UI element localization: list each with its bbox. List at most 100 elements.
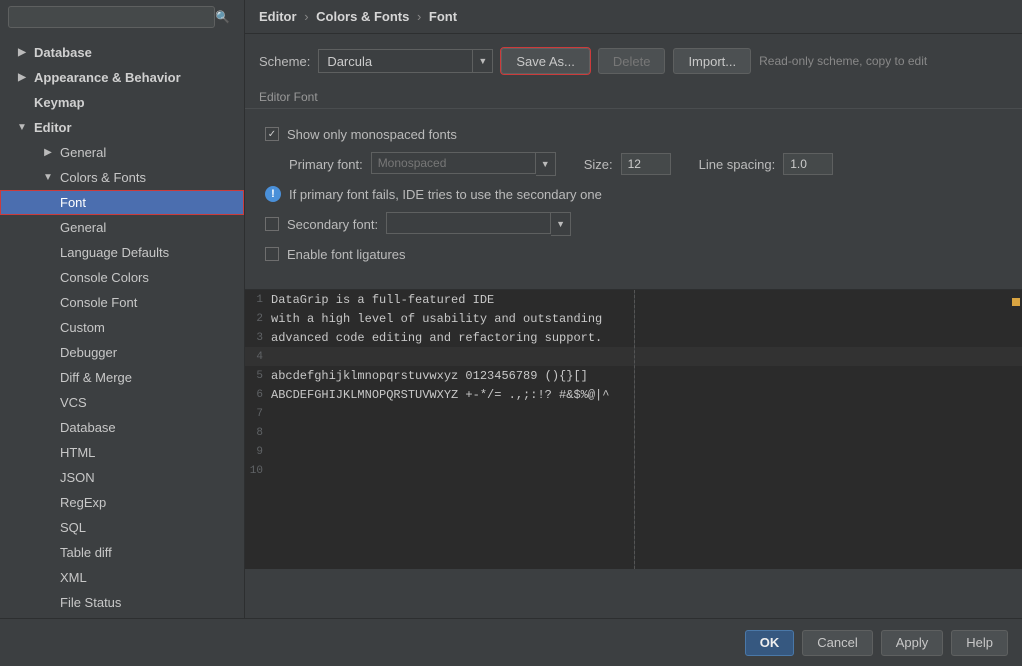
gutter-line: 5 [245,370,271,382]
marker-icon [1012,298,1020,306]
secondary-font-checkbox[interactable] [265,217,279,231]
line-spacing-input[interactable] [783,153,833,175]
nav-general2[interactable]: General [0,215,244,240]
chevron-right-icon: ▶ [14,47,30,58]
nav-label: HTML [60,445,95,460]
nav-database2[interactable]: Database [0,415,244,440]
code-line: DataGrip is a full-featured IDE [271,293,494,307]
gutter-line: 10 [245,465,271,477]
nav-label: Debugger [60,345,117,360]
chevron-down-icon[interactable]: ▼ [536,152,556,176]
code-line: ABCDEFGHIJKLMNOPQRSTUVWXYZ +-*/= .,;:!? … [271,388,609,402]
nav-label: Console Font [60,295,137,310]
nav-console-font[interactable]: Console Font [0,290,244,315]
apply-button[interactable]: Apply [881,630,944,656]
chevron-down-icon[interactable]: ▼ [473,49,493,73]
nav-label: Language Defaults [60,245,169,260]
save-as-button[interactable]: Save As... [501,48,590,74]
nav-label: Database [60,420,116,435]
nav-debugger[interactable]: Debugger [0,340,244,365]
settings-sidebar: 🔍 ▶ Database ▶Appearance & Behavior Keyma… [0,0,245,618]
scheme-label: Scheme: [259,54,310,69]
secondary-font-label: Secondary font: [287,217,378,232]
primary-font-label: Primary font: [289,157,363,172]
nav-database[interactable]: ▶ Database [0,40,244,65]
nav-label: SQL [60,520,86,535]
gutter-line: 1 [245,294,271,306]
gutter-line: 7 [245,408,271,420]
code-line: advanced code editing and refactoring su… [271,331,602,345]
cancel-button[interactable]: Cancel [802,630,872,656]
nav-colors-fonts[interactable]: ▼ Colors & Fonts [0,165,244,190]
line-spacing-label: Line spacing: [699,157,776,172]
nav-label: File Status [60,595,121,610]
chevron-down-icon: ▼ [40,172,56,183]
gutter-line: 6 [245,389,271,401]
nav-diff-merge[interactable]: Diff & Merge [0,365,244,390]
nav-table-diff[interactable]: Table diff [0,540,244,565]
editor-preview-left: 1DataGrip is a full-featured IDE 2with a… [245,290,634,569]
secondary-font-select[interactable] [386,212,551,234]
nav-font[interactable]: Font [0,190,244,215]
gutter-line: 2 [245,313,271,325]
gutter-line: 3 [245,332,271,344]
nav-language-defaults[interactable]: Language Defaults [0,240,244,265]
nav-label: General [60,145,106,160]
chevron-down-icon[interactable]: ▼ [551,212,571,236]
nav-html[interactable]: HTML [0,440,244,465]
scheme-select[interactable]: Darcula [318,49,473,73]
chevron-down-icon: ▼ [14,122,30,133]
nav-json[interactable]: JSON [0,465,244,490]
chevron-right-icon: › [417,9,421,24]
nav-label: JSON [60,470,95,485]
search-icon: 🔍 [215,10,230,24]
ok-button[interactable]: OK [745,630,795,656]
primary-font-select[interactable]: Monospaced [371,152,536,174]
nav-label: XML [60,570,87,585]
code-line: abcdefghijklmnopqrstuvwxyz 0123456789 ()… [271,369,588,383]
breadcrumb: Editor › Colors & Fonts › Font [245,0,1022,34]
nav-label: VCS [60,395,87,410]
gutter-line: 9 [245,446,271,458]
nav-console-colors[interactable]: Console Colors [0,265,244,290]
nav-custom[interactable]: Custom [0,315,244,340]
nav-label: Database [34,45,92,60]
nav-label: Colors & Fonts [60,170,146,185]
breadcrumb-part: Colors & Fonts [316,9,409,24]
scheme-hint: Read-only scheme, copy to edit [759,54,927,68]
code-line: with a high level of usability and outst… [271,312,602,326]
gutter-line: 8 [245,427,271,439]
scheme-value: Darcula [327,54,372,69]
import-button[interactable]: Import... [673,48,751,74]
nav-xml[interactable]: XML [0,565,244,590]
show-monospaced-checkbox[interactable] [265,127,279,141]
nav-keymap[interactable]: Keymap [0,90,244,115]
nav-label: Keymap [34,95,85,110]
nav-general[interactable]: ▶ General [0,140,244,165]
breadcrumb-part: Editor [259,9,297,24]
search-input[interactable] [8,6,215,28]
size-input[interactable] [621,153,671,175]
nav-label: Custom [60,320,105,335]
nav-file-status[interactable]: File Status [0,590,244,615]
ligatures-checkbox[interactable] [265,247,279,261]
nav-sql[interactable]: SQL [0,515,244,540]
info-text: If primary font fails, IDE tries to use … [289,187,602,202]
nav-regexp[interactable]: RegExp [0,490,244,515]
nav-label: Font [60,195,86,210]
dialog-footer: OK Cancel Apply Help [0,618,1022,666]
info-icon: ! [265,186,281,202]
help-button[interactable]: Help [951,630,1008,656]
delete-button[interactable]: Delete [598,48,666,74]
nav-label: Console Colors [60,270,149,285]
show-monospaced-label: Show only monospaced fonts [287,127,457,142]
chevron-right-icon: ▶ [40,147,56,158]
nav-editor[interactable]: ▼Editor [0,115,244,140]
gutter-line: 4 [245,351,271,363]
chevron-right-icon: › [304,9,308,24]
editor-preview-right [635,290,1022,569]
nav-appearance[interactable]: ▶Appearance & Behavior [0,65,244,90]
settings-tree: ▶Database ▶Appearance & Behavior Keymap … [0,34,244,618]
nav-vcs[interactable]: VCS [0,390,244,415]
nav-label: Diff & Merge [60,370,132,385]
